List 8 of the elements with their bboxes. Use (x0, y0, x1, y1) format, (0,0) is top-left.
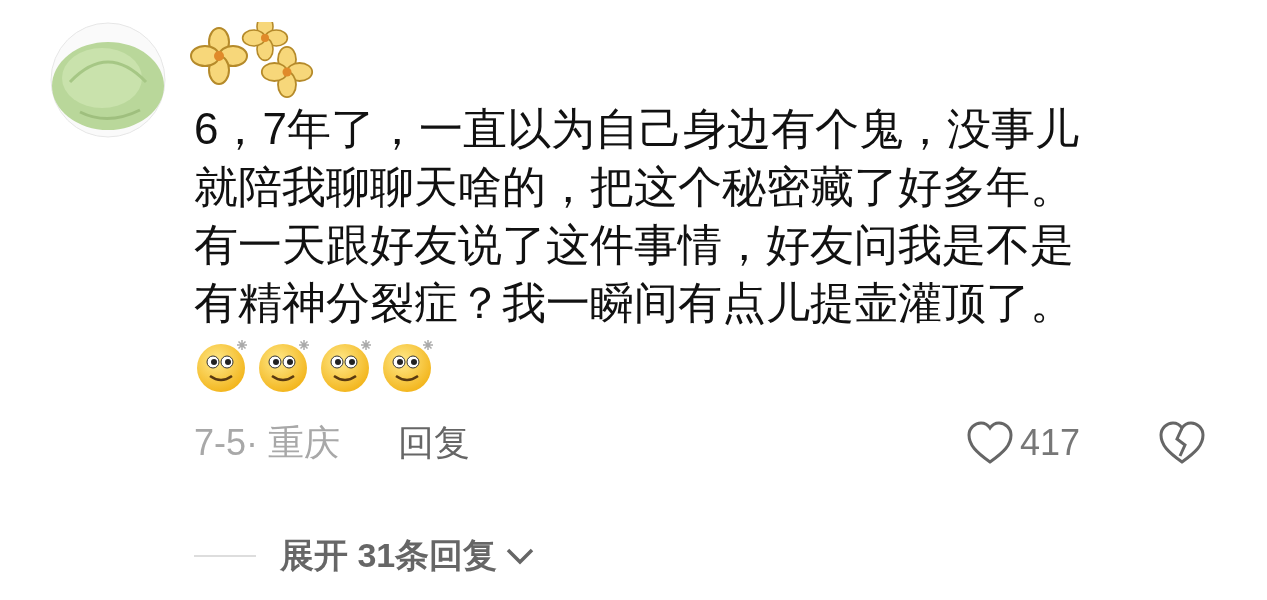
reply-link[interactable]: 回复 (398, 416, 471, 470)
expand-replies-button[interactable]: 展开 31条回复 (280, 530, 536, 581)
comment-meta: 7-5· 重庆 (194, 421, 341, 465)
comment-text: 6，7年了，一直以为自己身边有个鬼，没事儿就陪我聊聊天啥的，把这个秘密藏了好多年。有一天跟好友说了这件事情，好友问我是不是有精神分裂症？我一瞬间有点儿提壶灌顶了。 (194, 103, 1080, 329)
chevron-down-icon (505, 546, 536, 565)
heart-icon[interactable] (965, 420, 1014, 466)
like-count: 417 (1019, 421, 1080, 465)
broken-heart-icon[interactable] (1158, 420, 1206, 466)
